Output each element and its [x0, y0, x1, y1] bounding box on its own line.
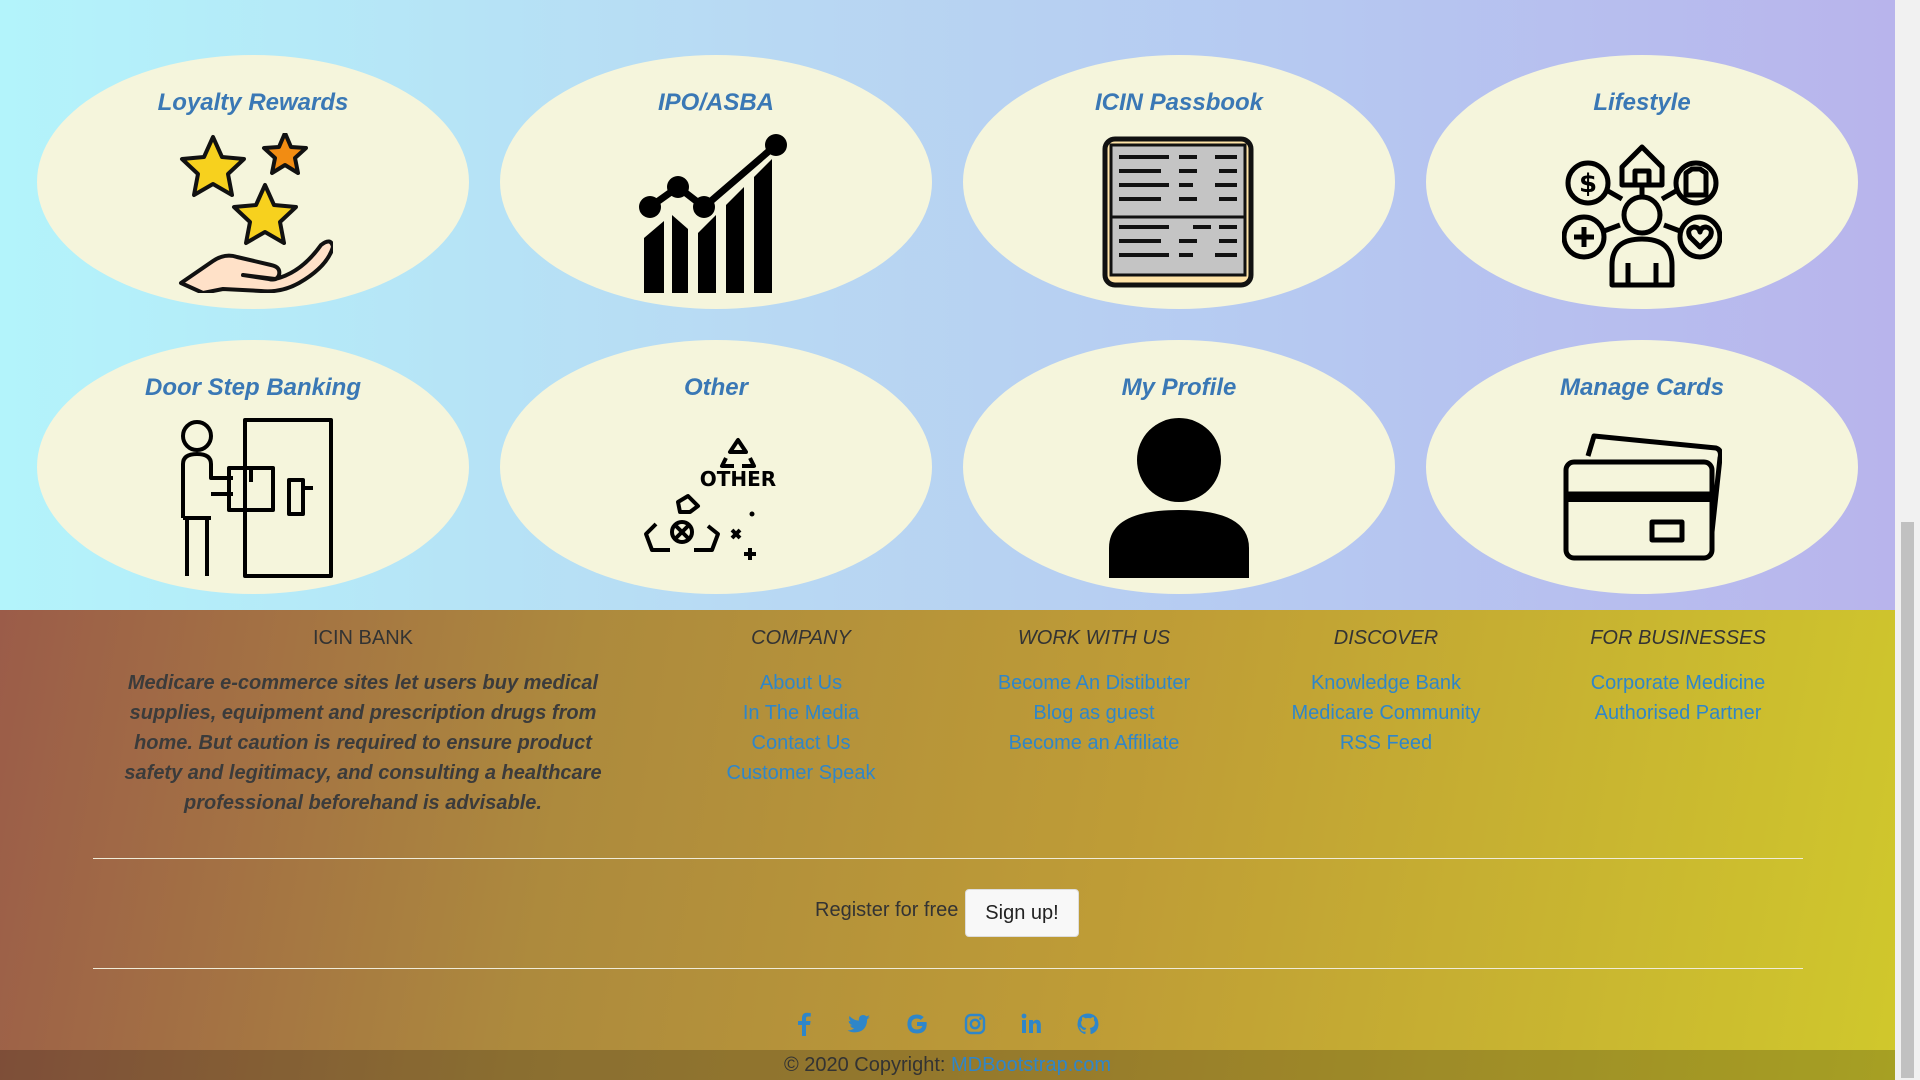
service-tile-loyalty-rewards[interactable]: Loyalty Rewards: [37, 55, 469, 309]
footer-link-blog-as-guest[interactable]: Blog as guest: [974, 698, 1214, 728]
lifestyle-icon: $: [1562, 144, 1722, 288]
footer-column-heading: FOR BUSINESSES: [1590, 627, 1766, 649]
footer-column-heading: WORK WITH US: [1017, 627, 1171, 649]
footer-link-knowledge-bank[interactable]: Knowledge Bank: [1266, 668, 1506, 698]
service-tile-door-step-banking[interactable]: Door Step Banking: [37, 340, 469, 594]
footer-column-for-businesses: FOR BUSINESSES Corporate Medicine Author…: [1558, 626, 1798, 728]
footer-link-medicare-community[interactable]: Medicare Community: [1266, 698, 1506, 728]
service-title: Other: [683, 374, 748, 401]
door-step-delivery-icon: [181, 418, 333, 578]
services-section: Loyalty Rewards IPO/ASBA ICIN Passbook L…: [0, 0, 1895, 610]
user-profile-icon: [1109, 418, 1249, 578]
footer-divider: [93, 968, 1803, 969]
loyalty-rewards-icon: [179, 133, 333, 293]
footer-link-authorised-partner[interactable]: Authorised Partner: [1558, 698, 1798, 728]
footer-brand-heading: ICIN BANK: [312, 627, 414, 649]
footer-link-become-distributer[interactable]: Become An Distibuter: [974, 668, 1214, 698]
vertical-scrollbar[interactable]: [1895, 0, 1920, 1080]
footer-column-work-with-us: WORK WITH US Become An Distibuter Blog a…: [974, 626, 1214, 758]
google-icon[interactable]: [905, 1012, 929, 1036]
footer-link-become-affiliate[interactable]: Become an Affiliate: [974, 728, 1214, 758]
service-tile-icin-passbook[interactable]: ICIN Passbook: [963, 55, 1395, 309]
linkedin-icon[interactable]: [1020, 1012, 1042, 1036]
footer-column-discover: DISCOVER Knowledge Bank Medicare Communi…: [1266, 626, 1506, 758]
ipo-chart-icon: [639, 134, 787, 293]
footer-link-customer-speak[interactable]: Customer Speak: [701, 758, 901, 788]
svg-text:$: $: [1579, 169, 1597, 199]
credit-cards-icon: [1563, 433, 1722, 561]
service-title: IPO/ASBA: [657, 89, 774, 116]
footer-link-about-us[interactable]: About Us: [701, 668, 901, 698]
register-text: Register for free: [815, 899, 959, 921]
facebook-icon[interactable]: [796, 1012, 812, 1036]
scrollbar-thumb[interactable]: [1901, 522, 1914, 1078]
service-tile-other[interactable]: Other OTHER: [500, 340, 932, 594]
footer-about-text: Medicare e-commerce sites let users buy …: [124, 672, 602, 814]
footer-link-contact-us[interactable]: Contact Us: [701, 728, 901, 758]
footer-column-company: COMPANY About Us In The Media Contact Us…: [701, 626, 901, 788]
copyright-link[interactable]: MDBootstrap.com: [951, 1054, 1111, 1076]
footer: ICIN BANK Medicare e-commerce sites let …: [0, 610, 1895, 1080]
footer-link-rss-feed[interactable]: RSS Feed: [1266, 728, 1506, 758]
copyright-bar: © 2020 Copyright: MDBootstrap.com: [0, 1050, 1895, 1080]
github-icon[interactable]: [1076, 1012, 1100, 1036]
service-tile-lifestyle[interactable]: Lifestyle $: [1426, 55, 1858, 309]
footer-divider: [93, 858, 1803, 859]
service-title: Manage Cards: [1559, 374, 1725, 401]
service-title: ICIN Passbook: [1094, 89, 1264, 116]
footer-link-in-the-media[interactable]: In The Media: [701, 698, 901, 728]
other-recycle-icon: OTHER: [644, 438, 776, 560]
footer-link-corporate-medicine[interactable]: Corporate Medicine: [1558, 668, 1798, 698]
passbook-icon: [1102, 136, 1254, 288]
signup-button[interactable]: Sign up!: [965, 889, 1079, 937]
footer-brand-column: ICIN BANK Medicare e-commerce sites let …: [103, 626, 623, 818]
service-tile-my-profile[interactable]: My Profile: [963, 340, 1395, 594]
service-title: My Profile: [1121, 374, 1237, 401]
copyright-text: © 2020 Copyright:: [783, 1054, 946, 1076]
service-title: Lifestyle: [1593, 89, 1691, 116]
service-tile-manage-cards[interactable]: Manage Cards: [1426, 340, 1858, 594]
service-title: Loyalty Rewards: [157, 89, 349, 116]
instagram-icon[interactable]: [963, 1012, 987, 1036]
service-title: Door Step Banking: [144, 374, 361, 401]
service-tile-ipo-asba[interactable]: IPO/ASBA: [500, 55, 932, 309]
footer-column-heading: COMPANY: [751, 627, 851, 649]
svg-text:OTHER: OTHER: [700, 467, 776, 491]
footer-column-heading: DISCOVER: [1333, 627, 1439, 649]
twitter-icon[interactable]: [847, 1012, 871, 1036]
